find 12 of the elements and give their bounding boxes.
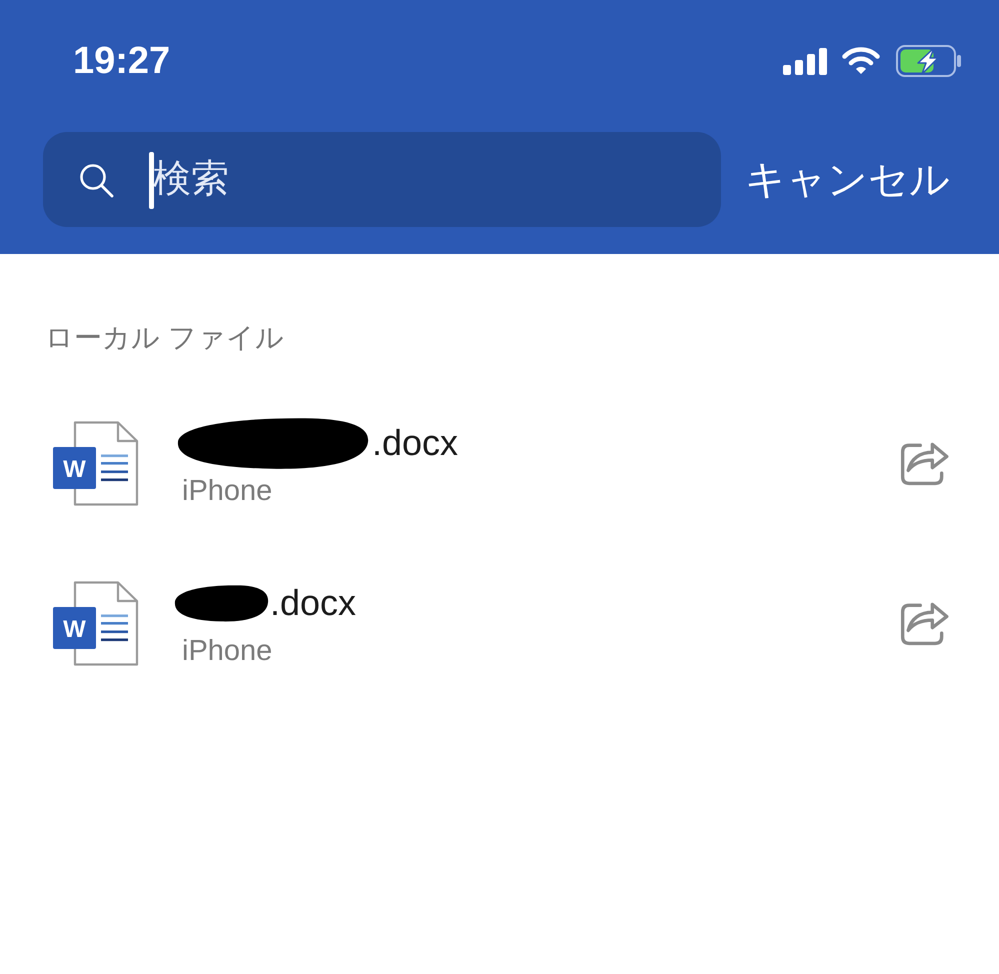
battery-icon — [896, 45, 962, 77]
status-time: 19:27 — [73, 39, 170, 83]
signal-icon — [783, 47, 828, 75]
cancel-button[interactable]: キャンセル — [745, 154, 950, 204]
wifi-icon — [842, 47, 880, 75]
file-name[interactable]: .docx — [270, 581, 356, 625]
search-field[interactable]: 検索 — [43, 132, 721, 227]
search-icon — [78, 163, 114, 199]
file-location: iPhone — [181, 474, 274, 509]
section-title: ローカル ファイル — [44, 321, 285, 355]
file-location: iPhone — [181, 634, 274, 669]
file-name[interactable]: .docx — [372, 421, 458, 465]
